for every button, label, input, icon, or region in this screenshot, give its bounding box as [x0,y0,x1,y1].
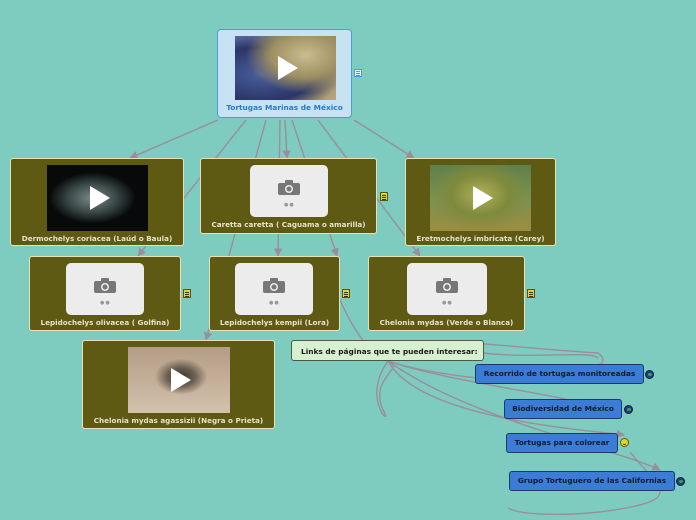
node-label: Caretta caretta ( Caguama o amarilla) [211,220,366,229]
note-icon[interactable] [342,289,350,298]
node-agassizii[interactable]: Chelonia mydas agassizii (Negra o Prieta… [82,340,275,429]
play-icon[interactable] [89,186,110,210]
note-icon[interactable] [183,289,191,298]
connector-dermochelys [129,119,219,159]
link-recorrido[interactable]: Recorrido de tortugas monitoreadas [475,364,644,384]
video-thumbnail[interactable] [47,165,148,231]
connector-loop-a [376,360,395,417]
note-icon[interactable] [527,289,535,298]
pager-dots: ●● [269,300,280,306]
root-label: Tortugas Marinas de México [226,103,343,112]
node-kempii[interactable]: ●● Lepidochelys kempii (Lora) [209,256,340,331]
play-icon[interactable] [171,368,191,392]
photo-placeholder[interactable]: ●● [250,165,328,217]
connector-loop-d [475,351,599,359]
connector-eretmochelys [353,119,415,159]
camera-icon [263,278,285,293]
link-biodiversidad[interactable]: Biodiversidad de México [504,399,622,419]
link-colorear[interactable]: Tortugas para colorear [506,433,618,453]
camera-icon [436,278,458,293]
note-icon[interactable] [380,192,388,201]
connector-caretta [282,119,291,159]
note-icon[interactable] [354,69,362,77]
play-icon[interactable] [472,186,493,210]
node-caretta[interactable]: ●● Caretta caretta ( Caguama o amarilla) [200,158,377,234]
node-dermochelys[interactable]: Dermochelys coriacea (Laúd o Baula) [10,158,184,246]
link-grupo-tortuguero[interactable]: Grupo Tortuguero de las Californias [509,471,675,491]
node-label: Lepidochelys olivacea ( Golfina) [40,318,170,327]
smiley-icon[interactable] [620,438,629,447]
mind-map-canvas: Tortugas Marinas de México Dermochelys c… [0,0,696,520]
globe-icon[interactable] [624,405,633,414]
root-video-thumbnail[interactable] [235,36,336,100]
node-eretmochelys[interactable]: Eretmochelys imbricata (Carey) [405,158,556,246]
node-mydas[interactable]: ●● Chelonia mydas (Verde o Blanca) [368,256,525,331]
pager-dots: ●● [100,300,111,306]
pager-dots: ●● [442,300,453,306]
camera-icon [94,278,116,293]
photo-placeholder[interactable]: ●● [66,263,144,315]
node-label: Dermochelys coriacea (Laúd o Baula) [21,234,173,243]
node-label: Chelonia mydas agassizii (Negra o Prieta… [93,416,264,425]
play-icon[interactable] [277,56,298,80]
node-label: Chelonia mydas (Verde o Blanca) [379,318,514,327]
links-header-node[interactable]: Links de páginas que te pueden interesar… [291,340,484,361]
video-thumbnail[interactable] [128,347,230,413]
photo-placeholder[interactable]: ●● [235,263,313,315]
root-node[interactable]: Tortugas Marinas de México [217,29,352,118]
photo-placeholder[interactable]: ●● [407,263,487,315]
node-label: Lepidochelys kempii (Lora) [219,318,330,327]
node-olivacea[interactable]: ●● Lepidochelys olivacea ( Golfina) [29,256,181,331]
node-label: Eretmochelys imbricata (Carey) [416,234,545,243]
globe-icon[interactable] [676,477,685,486]
video-thumbnail[interactable] [430,165,531,231]
globe-icon[interactable] [645,370,654,379]
camera-icon [278,180,300,195]
pager-dots: ●● [284,202,295,208]
